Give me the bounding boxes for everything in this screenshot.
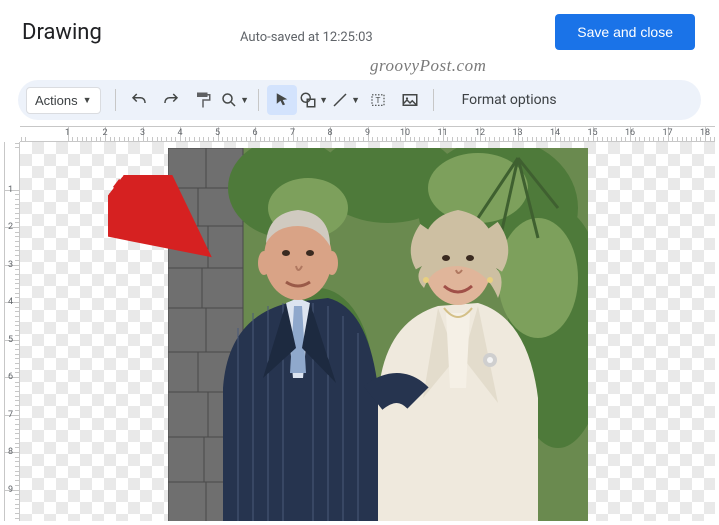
photo-illustration [168, 148, 588, 521]
insert-image-button[interactable] [395, 85, 425, 115]
ruler-number: 1 [65, 128, 70, 138]
ruler-number: 4 [8, 297, 13, 307]
caret-down-icon: ▼ [240, 95, 249, 106]
caret-down-icon: ▼ [319, 95, 328, 106]
ruler-number: 7 [8, 410, 13, 420]
zoom-icon [220, 91, 238, 109]
ruler-number: 5 [8, 335, 13, 345]
redo-button[interactable] [156, 85, 186, 115]
ruler-number: 3 [8, 260, 13, 270]
caret-down-icon: ▼ [83, 95, 92, 105]
ruler-number: 4 [177, 128, 182, 138]
text-box-button[interactable]: T [363, 85, 393, 115]
ruler-number: 2 [102, 128, 107, 138]
caret-down-icon: ▼ [351, 95, 360, 106]
ruler-number: 9 [365, 128, 370, 138]
ruler-number: 10 [400, 128, 410, 138]
undo-icon [130, 91, 148, 109]
ruler-number: 15 [587, 128, 597, 138]
autosave-status: Auto-saved at 12:25:03 [240, 30, 373, 45]
ruler-number: 3 [140, 128, 145, 138]
ruler-number: 5 [215, 128, 220, 138]
text-box-icon: T [369, 91, 387, 109]
dialog-title: Drawing [22, 20, 102, 45]
save-and-close-button[interactable]: Save and close [555, 14, 695, 50]
line-icon [331, 91, 349, 109]
redo-icon [162, 91, 180, 109]
format-options-button[interactable]: Format options [452, 87, 567, 113]
ruler-number: 13 [512, 128, 522, 138]
ruler-number: 6 [252, 128, 257, 138]
ruler-number: 1 [8, 185, 13, 195]
vertical-ruler: 12345678910 [4, 142, 20, 521]
ruler-number: 11 [437, 128, 447, 138]
paint-format-button[interactable] [188, 85, 218, 115]
paint-roller-icon [194, 91, 212, 109]
ruler-number: 12 [475, 128, 485, 138]
ruler-number: 8 [327, 128, 332, 138]
svg-text:T: T [375, 96, 380, 106]
cursor-icon [273, 91, 291, 109]
actions-label: Actions [35, 93, 78, 108]
separator [258, 89, 259, 111]
watermark-text: groovyPost.com [370, 56, 486, 76]
horizontal-ruler: 123456789101112131415161718 [20, 126, 715, 142]
shape-icon [299, 91, 317, 109]
select-tool-button[interactable] [267, 85, 297, 115]
image-icon [401, 91, 419, 109]
ruler-number: 2 [8, 222, 13, 232]
separator [115, 89, 116, 111]
ruler-number: 17 [662, 128, 672, 138]
undo-button[interactable] [124, 85, 154, 115]
ruler-number: 14 [550, 128, 560, 138]
toolbar: Actions ▼ ▼ ▼ ▼ T Format options [18, 80, 701, 120]
annotation-arrow-icon [108, 175, 218, 265]
ruler-number: 7 [290, 128, 295, 138]
ruler-number: 8 [8, 447, 13, 457]
ruler-number: 16 [625, 128, 635, 138]
ruler-number: 18 [700, 128, 710, 138]
inserted-image[interactable] [168, 148, 588, 521]
ruler-number: 9 [8, 485, 13, 495]
actions-menu-button[interactable]: Actions ▼ [26, 87, 101, 114]
line-tool-button[interactable]: ▼ [331, 85, 361, 115]
separator [433, 89, 434, 111]
ruler-number: 6 [8, 372, 13, 382]
zoom-button[interactable]: ▼ [220, 85, 250, 115]
shape-tool-button[interactable]: ▼ [299, 85, 329, 115]
